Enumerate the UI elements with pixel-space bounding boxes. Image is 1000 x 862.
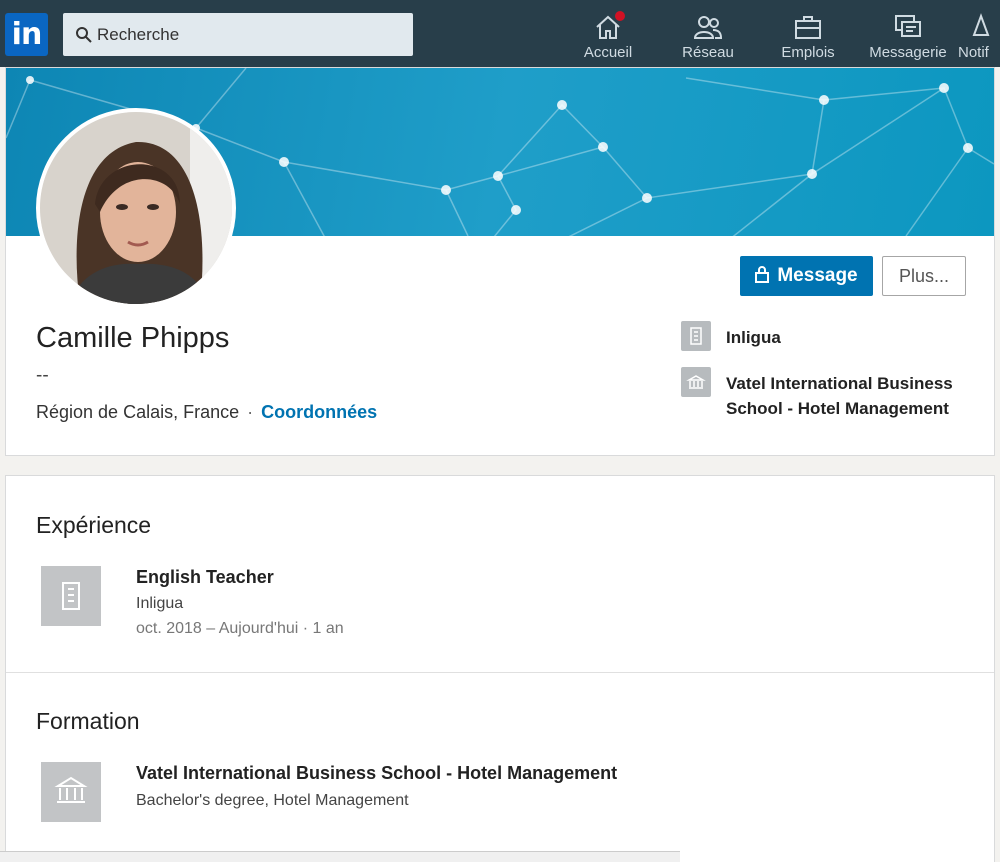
school-logo-placeholder[interactable] xyxy=(41,762,101,822)
briefcase-icon xyxy=(795,16,821,39)
message-button[interactable]: Message xyxy=(740,256,873,296)
search-bar[interactable] xyxy=(63,13,413,56)
messaging-icon xyxy=(895,15,921,37)
top-nav: in Accueil Réseau Emplois Messagerie Not… xyxy=(0,0,1000,67)
nav-item-notifications[interactable]: Notif xyxy=(958,8,1000,64)
contact-info-link[interactable]: Coordonnées xyxy=(261,402,377,422)
browser-status-bar xyxy=(0,851,680,862)
lock-icon xyxy=(755,266,770,283)
company-icon xyxy=(681,321,711,351)
separator-dot: · xyxy=(247,402,254,422)
search-input[interactable] xyxy=(97,13,407,56)
nav-item-jobs[interactable]: Emplois xyxy=(760,8,856,64)
experience-title: Expérience xyxy=(36,512,152,538)
search-icon xyxy=(76,27,92,43)
profile-name: Camille Phipps xyxy=(36,322,230,354)
bell-icon xyxy=(972,13,990,36)
nav-label-notifications: Notif xyxy=(958,44,989,61)
network-icon xyxy=(693,16,723,39)
linkedin-logo[interactable]: in xyxy=(5,13,48,56)
nav-item-messaging[interactable]: Messagerie xyxy=(860,8,956,64)
school-building-icon xyxy=(54,776,88,803)
profile-card: Message Plus... Camille Phipps -- Région… xyxy=(5,67,995,456)
profile-portrait-image xyxy=(40,112,232,304)
profile-location: Région de Calais, France xyxy=(36,402,240,422)
experience-dates: oct. 2018 – Aujourd'hui · 1 an xyxy=(136,620,344,637)
nav-item-home[interactable]: Accueil xyxy=(560,8,656,64)
experience-company: Inligua xyxy=(136,595,184,612)
nav-label-jobs: Emplois xyxy=(781,44,835,61)
experience-card: Expérience English Teacher Inligua oct. … xyxy=(5,475,995,862)
education-degree: Bachelor's degree, Hotel Management xyxy=(136,792,409,809)
education-school[interactable]: Vatel International Business School - Ho… xyxy=(136,763,617,784)
more-button[interactable]: Plus... xyxy=(882,256,966,296)
profile-headline: -- xyxy=(36,365,49,386)
education-title: Formation xyxy=(36,708,140,734)
section-divider xyxy=(6,672,994,673)
building-icon xyxy=(62,582,80,610)
message-button-label: Message xyxy=(777,265,858,286)
profile-photo[interactable] xyxy=(36,108,236,308)
nav-label-home: Accueil xyxy=(583,44,633,61)
profile-location-line: Région de Calais, France · Coordonnées xyxy=(36,402,377,423)
notification-badge xyxy=(613,9,627,23)
education-summary-name: Vatel International Business School - Ho… xyxy=(726,374,953,418)
school-icon xyxy=(681,367,711,397)
nav-label-network: Réseau xyxy=(682,44,734,61)
experience-role[interactable]: English Teacher xyxy=(136,567,274,588)
current-company-name: Inligua xyxy=(726,328,781,347)
company-logo-placeholder[interactable] xyxy=(41,566,101,626)
nav-item-network[interactable]: Réseau xyxy=(660,8,756,64)
nav-label-messaging: Messagerie xyxy=(869,44,947,61)
